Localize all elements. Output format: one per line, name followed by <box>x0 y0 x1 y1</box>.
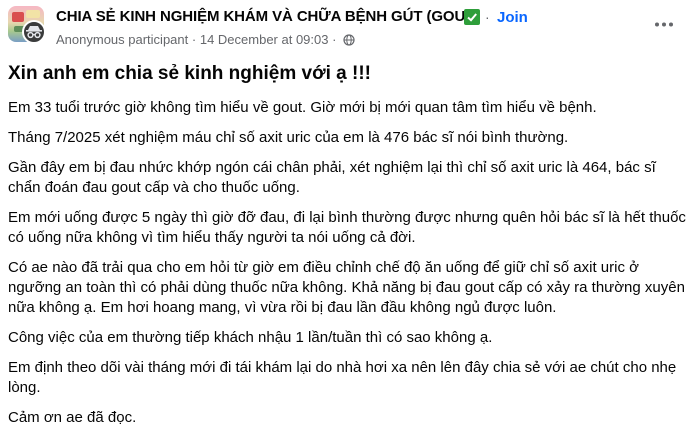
post-paragraph: Tháng 7/2025 xét nghiệm máu chỉ số axit … <box>8 129 569 146</box>
check-badge-icon <box>464 9 480 25</box>
post-timestamp[interactable]: 14 December at 09:03 <box>200 32 329 47</box>
author-name[interactable]: Anonymous participant <box>56 32 188 47</box>
post-paragraph: Em 33 tuổi trước giờ không tìm hiểu về g… <box>8 99 597 116</box>
post-paragraph: Công việc của em thường tiếp khách nhậu … <box>8 329 493 346</box>
anonymous-avatar[interactable] <box>22 20 46 44</box>
globe-icon <box>343 33 355 46</box>
post-body: Xin anh em chia sẻ kinh nghiệm với ạ !!!… <box>8 58 686 438</box>
post-paragraph: Có ae nào đã trải qua cho em hỏi từ giờ … <box>8 259 685 316</box>
more-options-icon <box>655 22 673 27</box>
separator-dot: · <box>485 9 490 25</box>
join-button[interactable]: Join <box>497 9 528 26</box>
post-paragraph: Cảm ơn ae đã đọc. <box>8 409 137 426</box>
post-header: CHIA SẺ KINH NGHIỆM KHÁM VÀ CHỮA BỆNH GÚ… <box>0 0 693 52</box>
group-avatar-art <box>26 10 40 18</box>
post-paragraph: Em mới uống được 5 ngày thì giờ đỡ đau, … <box>8 209 686 246</box>
more-options-button[interactable] <box>650 14 678 36</box>
group-avatar-art <box>12 12 24 22</box>
meta-separator: · <box>191 32 197 48</box>
group-name-link[interactable]: CHIA SẺ KINH NGHIỆM KHÁM VÀ CHỮA BỆNH GÚ… <box>56 8 479 25</box>
post-title: Xin anh em chia sẻ kinh nghiệm với ạ !!! <box>8 63 371 84</box>
avatar-group[interactable] <box>8 6 46 44</box>
post-paragraph: Gần đây em bị đau nhức khớp ngón cái châ… <box>8 159 656 196</box>
post-paragraph: Em định theo dõi vài tháng mới đi tái kh… <box>8 359 677 396</box>
meta-separator: · <box>332 32 337 48</box>
post-meta: Anonymous participant · 14 December at 0… <box>56 31 355 47</box>
anonymous-icon <box>26 26 42 39</box>
